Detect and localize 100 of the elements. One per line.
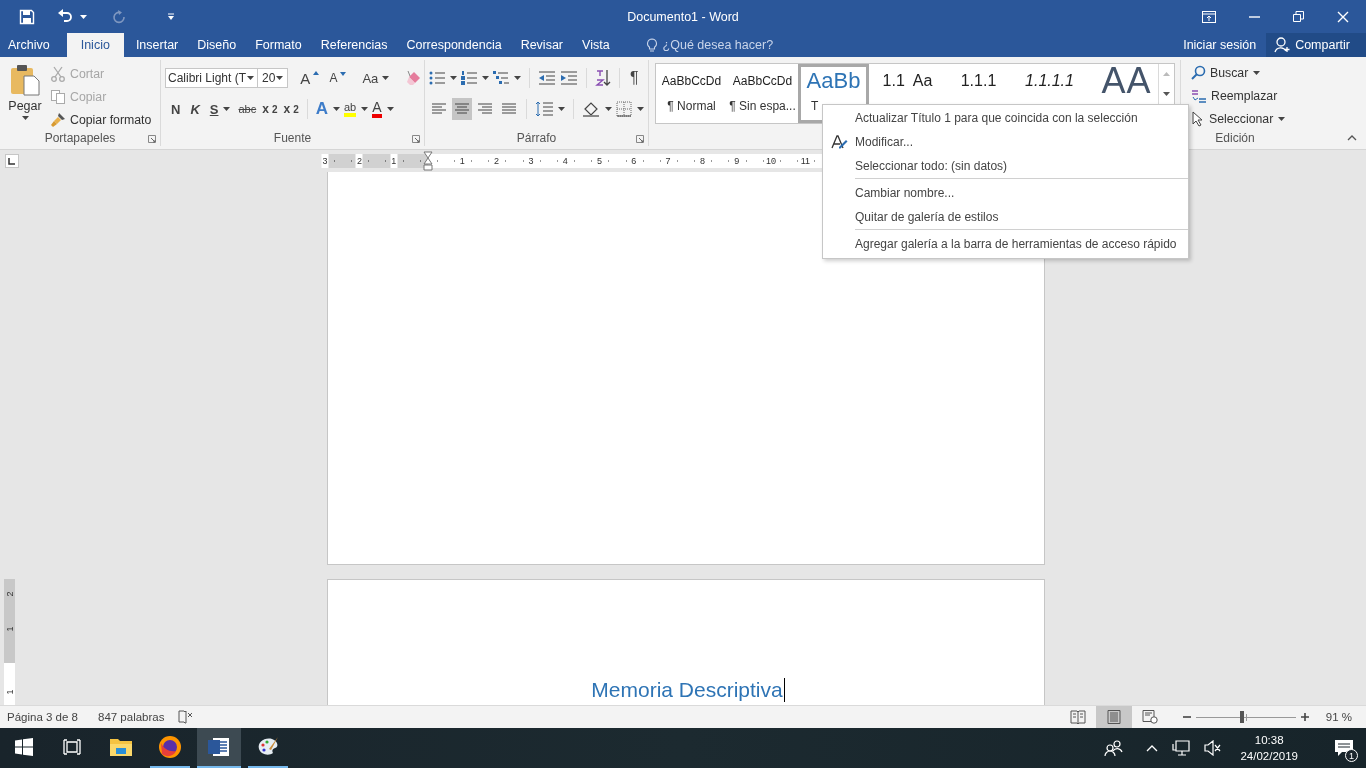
volume-muted-icon[interactable] [1204,740,1223,756]
print-layout-button[interactable] [1095,706,1132,728]
document-heading: Memoria Descriptiva [591,678,783,702]
bullets-icon[interactable] [429,71,445,85]
restore-icon[interactable] [1293,11,1304,22]
decrease-indent-icon[interactable] [538,71,556,85]
italic-button[interactable]: K [190,101,200,117]
multilevel-list-icon[interactable] [493,71,509,85]
menu-item[interactable]: Seleccionar todo: (sin datos) [823,154,1188,178]
file-tab[interactable]: Archivo [0,33,57,57]
group-label: Fuente [273,131,312,145]
dialog-launcher-icon[interactable] [636,135,644,143]
share-button[interactable]: Compartir [1266,33,1366,57]
style-item[interactable]: AaBbCcDd ¶ Sin espa... [727,64,798,123]
ribbon-tab[interactable]: Correspondencia [399,33,509,57]
underline-button[interactable]: S [209,101,219,117]
ribbon-tab[interactable]: Insertar [128,33,186,57]
customize-toolbar-icon[interactable] [167,12,175,21]
numbering-icon[interactable] [461,71,477,85]
font-color-button[interactable]: A [372,100,382,118]
highlight-button[interactable]: ab [344,101,357,117]
caret-icon[interactable] [80,14,87,19]
page-count[interactable]: Página 3 de 8 [7,711,78,723]
ruler-number: 2 [4,591,15,597]
ruler-number: 1 [4,626,15,632]
notification-badge: 1 [1345,749,1358,762]
clipboard-icon [10,64,40,96]
align-right-icon [477,102,494,116]
select-button[interactable]: Seleccionar [1191,109,1285,128]
borders-icon[interactable] [616,101,632,117]
menu-item[interactable]: Modificar... [823,130,1188,154]
ribbon-tab[interactable]: Referencias [313,33,395,57]
strikethrough-button[interactable]: abc [238,103,257,115]
ribbon-tab[interactable]: Vista [575,33,617,57]
menu-item[interactable]: Quitar de galería de estilos [823,205,1188,229]
caret-icon[interactable] [514,76,521,80]
caret-icon[interactable] [605,107,612,111]
caret-icon[interactable] [382,76,390,80]
word-count[interactable]: 847 palabras [98,711,165,723]
ribbon-tab[interactable]: Formato [248,33,309,57]
sign-in-link[interactable]: Iniciar sesión [1183,33,1267,57]
caret-icon[interactable] [22,116,29,120]
action-center-button[interactable]: 1 [1322,728,1366,768]
close-icon[interactable] [1337,10,1349,23]
ruler-number: 3 [321,154,329,168]
ribbon-tab[interactable]: Inicio [66,33,124,57]
replace-button[interactable]: Reemplazar [1191,86,1285,105]
caret-icon[interactable] [276,76,284,80]
caret-icon[interactable] [450,76,457,80]
ruler-number: 1 [4,689,15,695]
caret-icon[interactable] [247,76,255,80]
caret-icon[interactable] [558,107,566,111]
zoom-level[interactable]: 91 % [1325,711,1352,723]
tab-selector-icon[interactable] [5,154,19,168]
caret-icon[interactable] [482,76,489,80]
show-hidden-icons-icon[interactable] [1146,744,1159,752]
tell-me-field[interactable]: ¿Qué desea hacer? [645,33,803,57]
ribbon-tab[interactable]: Revisar [513,33,570,57]
network-icon[interactable] [1172,740,1191,756]
lightbulb-icon [645,37,658,53]
save-icon[interactable] [19,8,35,25]
word-processor-button[interactable] [197,728,241,768]
ribbon-tab[interactable]: Diseño [190,33,244,57]
change-case-button[interactable]: Aa [362,70,390,86]
show-formatting-marks-button[interactable]: ¶ [630,69,639,87]
find-button[interactable]: Buscar [1191,63,1285,82]
group-label: Portapapeles [44,131,116,145]
pointer-icon [1191,110,1205,127]
style-item[interactable]: AaBbCcDd ¶ Normal [656,64,727,123]
clock[interactable]: 10:38 24/02/2019 [1240,732,1298,764]
sort-icon[interactable] [595,69,611,87]
bold-button[interactable]: N [171,101,181,117]
grow-font-button[interactable]: A [300,69,320,87]
ribbon-display-options-icon[interactable] [1202,10,1216,23]
task-view-icon [63,739,81,755]
dialog-launcher-icon[interactable] [148,135,156,143]
proofing-icon[interactable] [178,710,195,724]
caret-icon[interactable] [1253,70,1261,75]
line-spacing-icon[interactable] [535,101,554,117]
caret-icon[interactable] [1278,116,1286,121]
caret-icon[interactable] [386,107,394,111]
undo-icon[interactable] [57,8,73,25]
font-name-field[interactable]: Calibri Light (T [165,68,258,88]
format-painter-button[interactable]: Copiar formato [50,110,152,129]
caret-icon[interactable] [361,107,369,111]
indent-marker-icon[interactable] [423,151,433,171]
dialog-launcher-icon[interactable] [412,135,420,143]
collapse-ribbon-icon[interactable] [1347,135,1357,141]
caret-icon[interactable] [637,107,644,111]
caret-icon[interactable] [333,107,340,111]
shading-icon[interactable] [582,101,600,117]
text-effects-button[interactable]: A [315,99,328,119]
caret-icon[interactable] [223,107,231,111]
zoom-in-icon[interactable] [1299,712,1310,722]
paste-button[interactable]: Pegar [6,62,44,130]
people-icon[interactable] [1104,740,1125,756]
increase-indent-icon[interactable] [560,71,578,85]
font-size-field[interactable]: 20 [257,68,289,88]
document-icon [207,735,231,759]
shrink-font-button[interactable]: A [329,71,347,85]
